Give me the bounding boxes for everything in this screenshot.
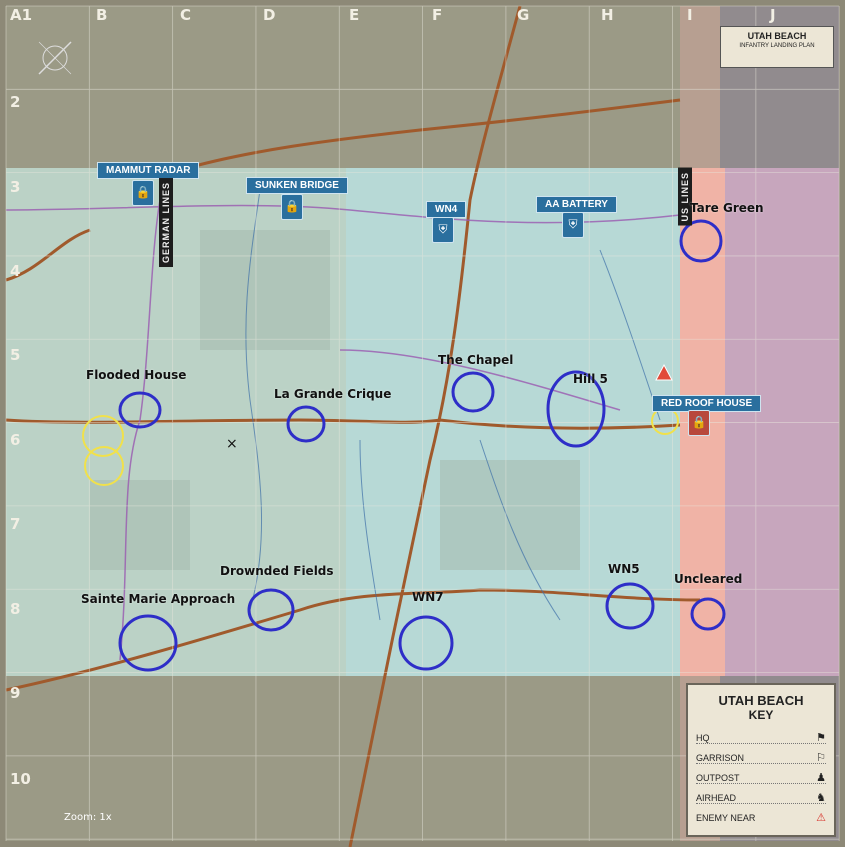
lock-icon: 🔒 (281, 194, 303, 220)
label-wn5: WN5 (608, 562, 640, 576)
landing-plan-card: UTAH BEACH INFANTRY LANDING PLAN (720, 26, 834, 68)
label-la-grande-crique: La Grande Crique (274, 387, 392, 401)
outpost-icon: ♟ (816, 772, 826, 784)
label-the-chapel: The Chapel (438, 353, 514, 367)
grid-row-5: 5 (10, 346, 21, 364)
label-sainte-marie-approach: Sainte Marie Approach (81, 592, 236, 606)
lock-icon: 🔒 (132, 180, 154, 206)
plan-subtitle: INFANTRY LANDING PLAN (739, 43, 815, 49)
label-uncleared: Uncleared (674, 572, 743, 586)
key-row-hq: HQ ⚑ (696, 732, 826, 744)
grid-row-7: 7 (10, 515, 21, 533)
lock-icon: 🔒 (688, 410, 710, 436)
key-row-garrison: GARRISON ⚐ (696, 752, 826, 764)
label-drownded-fields: Drownded Fields (220, 564, 334, 578)
x-mark: × (226, 436, 238, 452)
key-airhead-label: AIRHEAD (696, 793, 737, 803)
shield-icon: ⛨ (432, 217, 454, 243)
grid-col-a1: A1 (10, 6, 33, 24)
key-garrison-label: GARRISON (696, 753, 745, 763)
key-title: UTAH BEACH (718, 693, 804, 708)
grid-row-6: 6 (10, 431, 21, 449)
grid-row-4: 4 (10, 262, 21, 280)
us-lines-label: US LINES (678, 168, 692, 226)
plan-title: UTAH BEACH (747, 31, 807, 41)
label-flooded-house: Flooded House (86, 368, 187, 382)
grid-col-d: D (263, 6, 276, 24)
hq-icon: ⚑ (816, 732, 826, 744)
grid-col-b: B (96, 6, 108, 24)
sea-zone (725, 168, 839, 676)
tactical-map[interactable]: × A1 B C D E F G H I J 2 3 4 5 6 7 8 9 1… (0, 0, 845, 847)
key-row-outpost: OUTPOST ♟ (696, 772, 826, 784)
key-outpost-label: OUTPOST (696, 773, 740, 783)
sector-banner-wn4[interactable]: WN4 (426, 201, 467, 218)
label-hill-5: Hill 5 (573, 372, 608, 386)
grid-row-2: 2 (10, 93, 21, 111)
sector-banner-mammut-radar[interactable]: MAMMUT RADAR (97, 162, 200, 179)
sector-banner-aa-battery[interactable]: AA BATTERY (536, 196, 617, 213)
label-wn7: WN7 (412, 590, 444, 604)
key-hq-label: HQ (696, 733, 710, 743)
grid-row-10: 10 (10, 770, 31, 788)
label-tare-green: Tare Green (690, 201, 764, 215)
garrison-icon: ⚐ (816, 752, 826, 764)
grid-row-8: 8 (10, 600, 21, 618)
key-enemy-near-label: ENEMY NEAR (696, 813, 756, 823)
grid-col-j: J (770, 6, 776, 24)
grid-col-e: E (349, 6, 360, 24)
german-lines-label: GERMAN LINES (159, 178, 173, 268)
key-row-enemy-near: ENEMY NEAR ⚠ (696, 812, 826, 824)
grid-col-h: H (601, 6, 614, 24)
airhead-icon: ♞ (816, 792, 826, 804)
key-row-airhead: AIRHEAD ♞ (696, 792, 826, 804)
grid-row-3: 3 (10, 178, 21, 196)
grid-row-9: 9 (10, 684, 21, 702)
zoom-level: Zoom: 1x (64, 812, 112, 823)
warning-icon: ⚠ (816, 812, 826, 824)
grid-col-i: I (687, 6, 693, 24)
map-key: UTAH BEACH KEY HQ ⚑ GARRISON ⚐ OUTPOST ♟ AI… (686, 683, 836, 837)
key-subtitle: KEY (748, 708, 774, 722)
shield-icon: ⛨ (562, 212, 584, 238)
grid-col-g: G (517, 6, 530, 24)
sector-banner-sunken-bridge[interactable]: SUNKEN BRIDGE (246, 177, 348, 194)
grid-col-f: F (432, 6, 443, 24)
grid-col-c: C (180, 6, 192, 24)
